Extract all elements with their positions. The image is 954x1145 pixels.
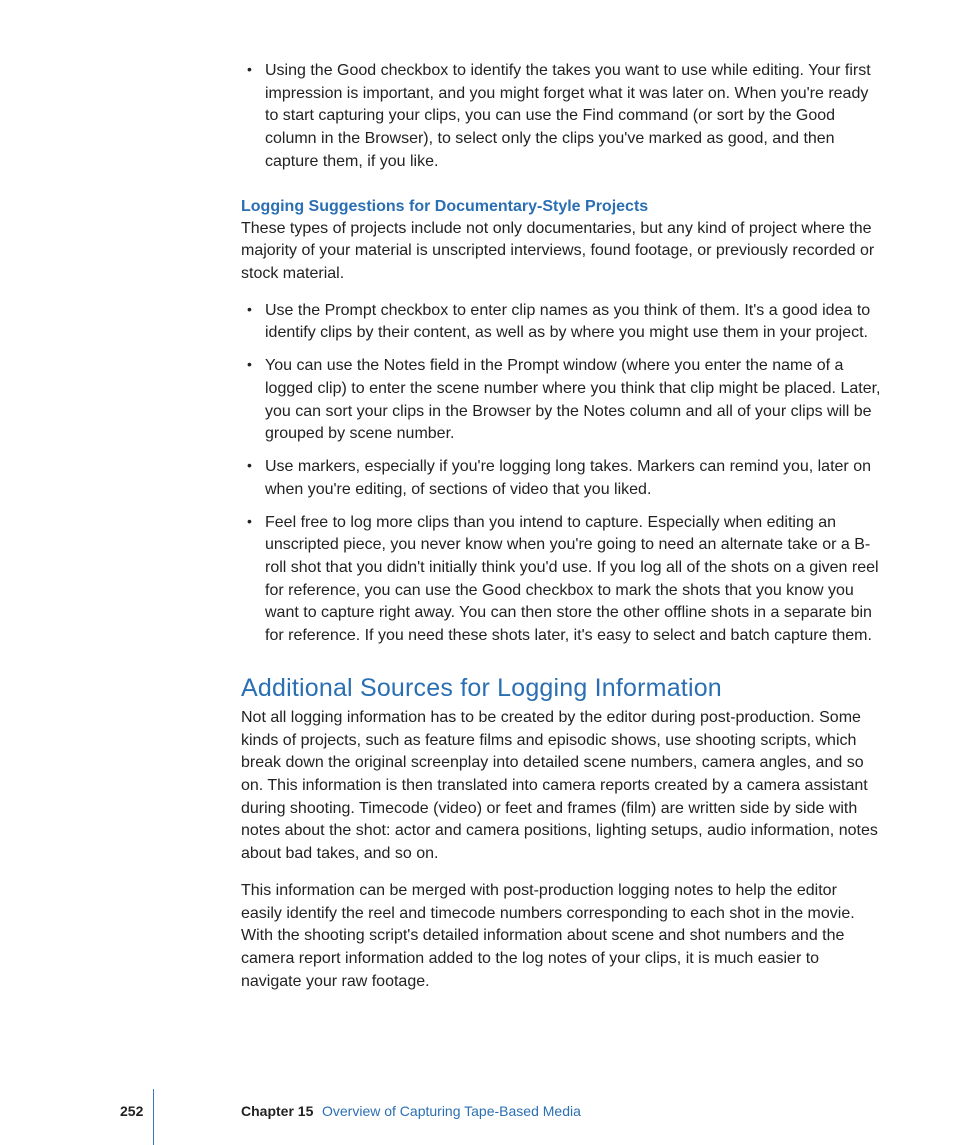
chapter-title: Overview of Capturing Tape-Based Media bbox=[322, 1103, 581, 1119]
additional-p2: This information can be merged with post… bbox=[241, 880, 881, 994]
page-footer: 252 Chapter 15 Overview of Capturing Tap… bbox=[0, 1089, 954, 1145]
intro-bullet-list: Using the Good checkbox to identify the … bbox=[241, 60, 881, 174]
documentary-heading: Logging Suggestions for Documentary-Styl… bbox=[241, 198, 881, 216]
additional-sources-title: Additional Sources for Logging Informati… bbox=[241, 674, 881, 703]
list-item: Use the Prompt checkbox to enter clip na… bbox=[241, 300, 881, 345]
footer-rule bbox=[153, 1089, 154, 1145]
list-item: You can use the Notes field in the Promp… bbox=[241, 355, 881, 446]
page-content: Using the Good checkbox to identify the … bbox=[241, 60, 881, 1007]
list-item: Using the Good checkbox to identify the … bbox=[241, 60, 881, 174]
chapter-label: Chapter 15 bbox=[241, 1103, 313, 1119]
documentary-intro: These types of projects include not only… bbox=[241, 218, 881, 286]
page-number: 252 bbox=[120, 1103, 143, 1119]
documentary-bullet-list: Use the Prompt checkbox to enter clip na… bbox=[241, 300, 881, 648]
list-item: Feel free to log more clips than you int… bbox=[241, 512, 881, 648]
additional-p1: Not all logging information has to be cr… bbox=[241, 707, 881, 866]
list-item: Use markers, especially if you're loggin… bbox=[241, 456, 881, 501]
